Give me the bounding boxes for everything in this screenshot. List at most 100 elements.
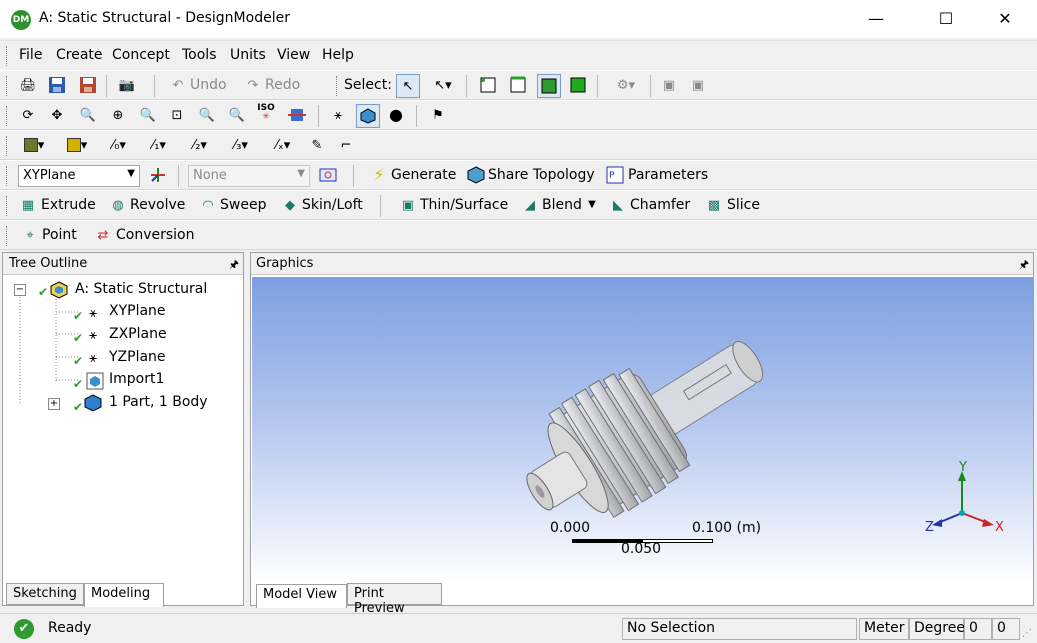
line-tool-x-icon[interactable]: ⁄ₓ▾ [268,135,298,155]
zoom-to-fit-green-icon[interactable]: 🔍 [197,105,217,125]
tab-modeling[interactable]: Modeling [84,583,164,607]
pin-icon[interactable]: 🖈 [229,256,239,275]
minimize-button[interactable]: — [853,0,899,38]
chamfer-button[interactable]: Chamfer [630,197,690,213]
menu-create[interactable]: Create [56,47,103,63]
slice-icon[interactable]: ▩ [704,195,724,215]
select-vertex-icon[interactable] [478,75,498,95]
rotate-icon[interactable]: ⟳ [18,105,38,125]
zoom-in-icon[interactable]: ⊕ [108,105,128,125]
menu-units[interactable]: Units [230,47,266,63]
screenshot-camera-icon[interactable]: 📷 [117,75,137,95]
close-button[interactable]: ✕ [982,0,1028,38]
print-icon[interactable]: 🖨 [18,75,38,95]
tree-item-yzplane[interactable]: YZPlane [109,349,166,365]
revolve-button[interactable]: Revolve [130,197,185,213]
skin-loft-icon[interactable]: ◆ [280,195,300,215]
select-edge-icon[interactable] [508,75,528,95]
resize-grip-icon[interactable]: ⋰ [1022,628,1032,639]
3d-viewport[interactable]: 0.000 0.100 (m) 0.050 Y X Z [252,277,1033,583]
share-topology-button[interactable]: Share Topology [488,167,595,183]
export-icon[interactable] [78,75,98,95]
save-icon[interactable] [47,75,67,95]
tree-item-zxplane[interactable]: ZXPlane [109,326,167,342]
generate-button[interactable]: Generate [391,167,456,183]
select-filter-dropdown-icon[interactable]: ↖▾ [433,75,453,95]
select-body-icon[interactable] [568,75,588,95]
expand-selection-icon[interactable]: ▣ [659,75,679,95]
menu-concept[interactable]: Concept [112,47,170,63]
menu-file[interactable]: File [19,47,42,63]
zoom-icon[interactable]: 🔍 [78,105,98,125]
share-topology-icon[interactable] [466,165,486,185]
menubar-grip[interactable] [6,46,9,66]
expand-toggle[interactable]: + [48,398,60,410]
conversion-button[interactable]: Conversion [116,227,195,243]
extend-selection-icon[interactable]: ⚙▾ [610,75,642,95]
blend-icon[interactable]: ◢ [520,195,540,215]
thin-surface-icon[interactable]: ▣ [398,195,418,215]
redo-icon[interactable]: ↷ [243,75,263,95]
iso-view-icon[interactable]: ISO ✳ [256,103,276,123]
new-sketch-dropdown-icon[interactable]: ▾ [60,135,94,155]
chamfer-icon[interactable]: ◣ [608,195,628,215]
menu-tools[interactable]: Tools [182,47,217,63]
pin-icon[interactable]: 🖈 [1019,256,1029,275]
thin-surface-button[interactable]: Thin/Surface [420,197,508,213]
parameters-button[interactable]: Parameters [628,167,708,183]
blend-dropdown-chevron-icon[interactable]: ▼ [582,195,602,215]
display-points-icon[interactable]: ● [386,105,406,125]
gear-shaft-model[interactable] [507,332,787,522]
select-face-icon[interactable] [537,74,561,98]
undo-button[interactable]: Undo [190,77,227,93]
units-length[interactable]: Meter [859,618,909,640]
maximize-button[interactable]: ☐ [923,0,969,38]
slice-button[interactable]: Slice [727,197,760,213]
box-zoom-icon[interactable]: 🔍 [138,105,158,125]
conversion-icon[interactable]: ⇄ [93,225,113,245]
point-button[interactable]: Point [42,227,77,243]
new-sketch-icon[interactable] [318,165,338,185]
revolve-icon[interactable]: ◍ [108,195,128,215]
undo-icon[interactable]: ↶ [168,75,188,95]
tab-print-preview[interactable]: Print Preview [347,583,442,616]
sweep-icon[interactable]: ◠ [198,195,218,215]
extrude-icon[interactable]: ▦ [18,195,38,215]
menu-help[interactable]: Help [322,47,354,63]
extrude-button[interactable]: Extrude [41,197,96,213]
sweep-button[interactable]: Sweep [220,197,266,213]
tree-item-import1[interactable]: Import1 [109,371,164,387]
blend-button[interactable]: Blend [542,197,582,213]
tree-item-xyplane[interactable]: XYPlane [109,303,166,319]
magnifier-icon[interactable]: 🔍 [227,105,247,125]
display-plane-icon[interactable]: ⚹ [328,105,348,125]
redo-button[interactable]: Redo [265,77,300,93]
line-tool-0-icon[interactable]: ⁄₀▾ [104,135,134,155]
skin-loft-button[interactable]: Skin/Loft [302,197,363,213]
line-tool-3-icon[interactable]: ⁄₃▾ [226,135,256,155]
pan-icon[interactable]: ✥ [47,105,67,125]
new-plane-dropdown-icon[interactable]: ▾ [17,135,51,155]
active-plane-select[interactable]: XYPlane ▼ [18,165,140,187]
collapse-toggle[interactable]: − [14,284,26,296]
active-sketch-select[interactable]: None ▼ [188,165,310,187]
display-model-icon[interactable] [356,104,380,128]
zoom-fit-icon[interactable]: ⊡ [167,105,187,125]
tree-item-part-body[interactable]: 1 Part, 1 Body [109,394,208,410]
shrink-selection-icon[interactable]: ▣ [688,75,708,95]
line-tool-1-icon[interactable]: ⁄₁▾ [144,135,174,155]
pin-point-icon[interactable]: ✎ [307,135,327,155]
line-tool-2-icon[interactable]: ⁄₂▾ [185,135,215,155]
named-selection-icon[interactable]: ⚑ [428,105,448,125]
point-icon[interactable]: ⌖ [20,225,40,245]
point-on-line-icon[interactable]: ⌐ [336,135,356,155]
look-at-icon[interactable] [287,105,307,125]
units-angle[interactable]: Degree [909,618,965,640]
lightning-bolt-icon[interactable]: ⚡ [369,165,389,185]
new-plane-axes-icon[interactable] [148,165,168,185]
tab-sketching[interactable]: Sketching [6,583,84,605]
menu-view[interactable]: View [277,47,310,63]
parameters-icon[interactable]: P [605,165,625,185]
tab-model-view[interactable]: Model View [256,584,347,608]
select-mode-cursor-icon[interactable]: ↖ [396,74,420,98]
